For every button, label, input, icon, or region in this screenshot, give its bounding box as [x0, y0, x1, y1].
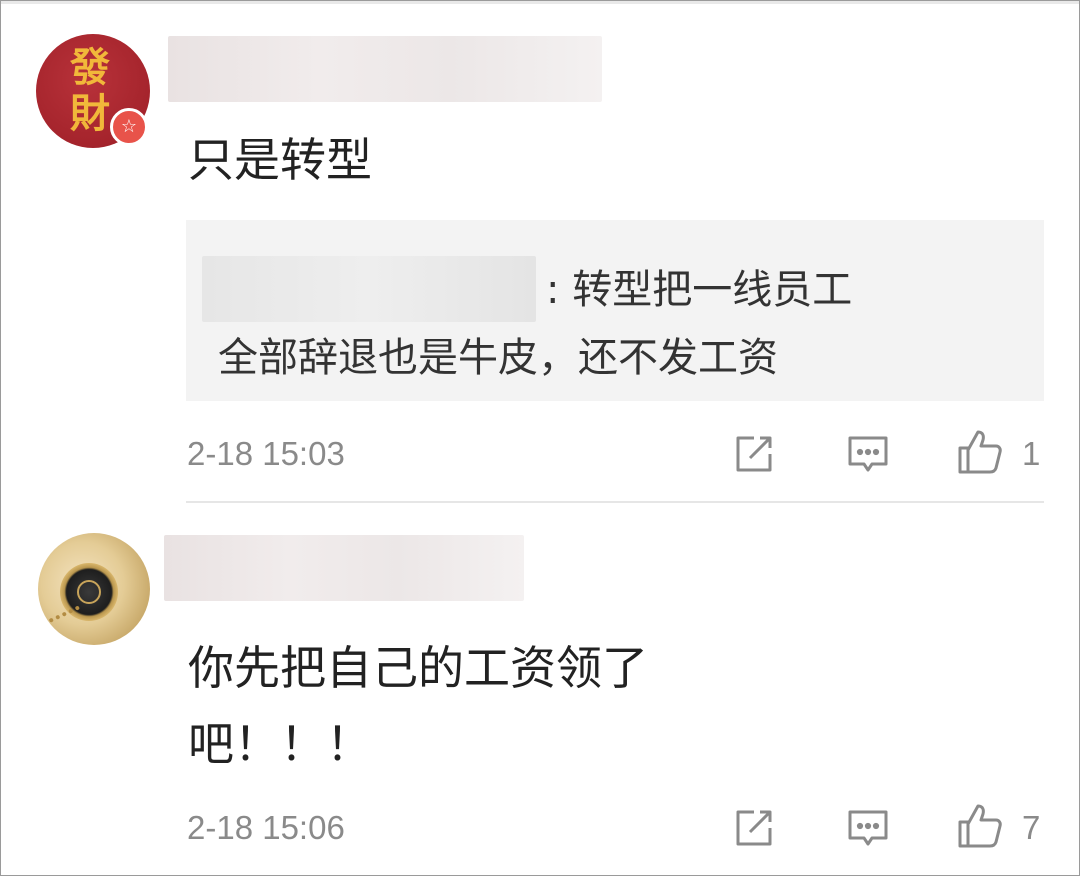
screenshot-border [0, 0, 1080, 876]
